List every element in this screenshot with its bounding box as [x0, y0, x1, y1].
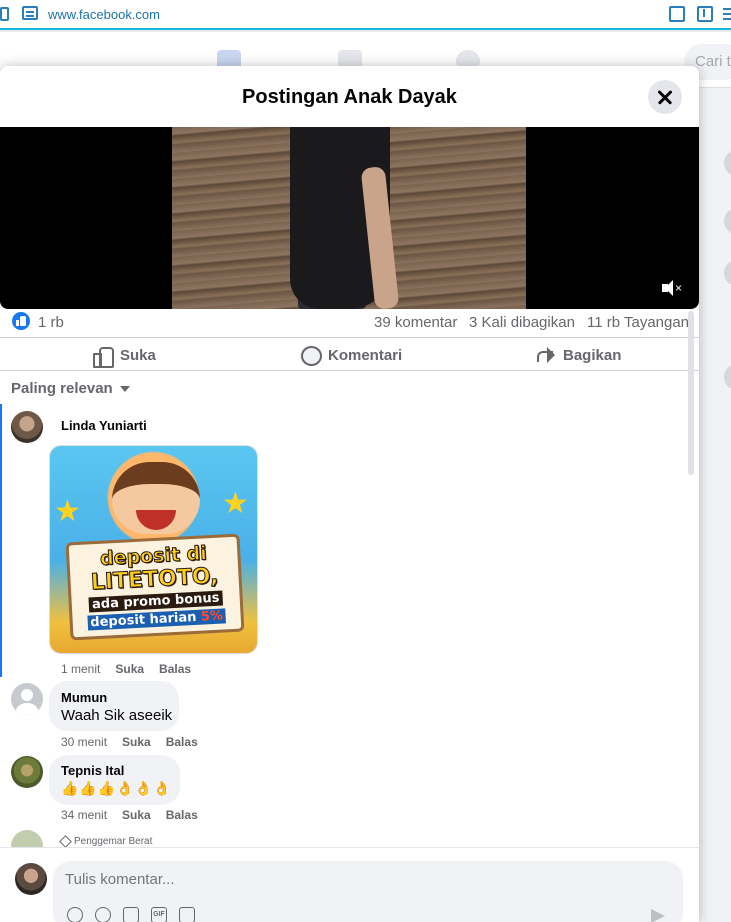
comment-label: Komentari [328, 346, 403, 364]
comment-time[interactable]: 30 menit [61, 735, 107, 749]
comment-input-box[interactable]: GIF [53, 861, 683, 922]
modal-title: Postingan Anak Dayak [242, 86, 457, 108]
share-icon [535, 345, 555, 365]
share-count[interactable]: 3 Kali dibagikan [469, 314, 575, 331]
avatar[interactable] [15, 863, 47, 895]
comment-composer: GIF [0, 847, 699, 922]
view-count: 11 rb Tayangan [587, 314, 690, 331]
comment-reply-button[interactable]: Balas [166, 808, 198, 822]
like-reaction-icon[interactable] [12, 312, 30, 330]
post-stats: 1 rb 39 komentar 3 Kali dibagikan 11 rb … [0, 312, 699, 334]
comment-button[interactable]: Komentari [300, 344, 402, 366]
comment-reply-button[interactable]: Balas [166, 735, 198, 749]
video-player[interactable]: × [0, 127, 699, 309]
avatar-sticker-icon[interactable] [67, 907, 83, 922]
promo-sign: deposit di LITETOTO, ada promo bonus dep… [65, 533, 245, 641]
emoji-icon[interactable] [95, 907, 111, 922]
comment-text: Waah Sik aseeik [61, 707, 173, 724]
comment-icon [300, 345, 322, 366]
thumbs-up-icon [92, 345, 114, 368]
comment-time[interactable]: 1 menit [61, 662, 100, 676]
comment-like-button[interactable]: Suka [115, 662, 144, 676]
like-button[interactable]: Suka [92, 344, 156, 368]
send-icon[interactable] [651, 909, 665, 922]
top-fan-badge: Penggemar Berat [59, 835, 153, 848]
comment-author[interactable]: Linda Yuniarti [61, 418, 147, 433]
comment-like-button[interactable]: Suka [122, 735, 151, 749]
comment-meta: 30 menit Suka Balas [61, 735, 198, 749]
diamond-icon [59, 835, 72, 848]
gif-icon[interactable]: GIF [151, 907, 167, 922]
picture-in-picture-icon[interactable] [669, 6, 685, 22]
comment-sort-dropdown[interactable]: Paling relevan [11, 380, 130, 397]
avatar[interactable] [11, 683, 43, 715]
comment-author[interactable]: Tepnis Ital [61, 763, 124, 778]
share-label: Bagikan [563, 346, 622, 364]
avatar[interactable] [11, 411, 43, 443]
star-icon: ★ [54, 495, 81, 528]
badge-label: Penggemar Berat [74, 836, 153, 847]
comment-time[interactable]: 34 menit [61, 808, 107, 822]
comment-like-button[interactable]: Suka [122, 808, 151, 822]
comment-count[interactable]: 39 komentar [374, 314, 457, 331]
thread-highlight-line [0, 404, 2, 677]
promo-line-4-text: deposit harian [89, 609, 197, 631]
video-frame [172, 127, 526, 309]
promo-percent: 5% [200, 608, 224, 625]
close-button[interactable] [648, 80, 682, 114]
lock-icon [0, 7, 9, 21]
scrollbar[interactable] [688, 311, 694, 475]
post-modal: Postingan Anak Dayak × 1 rb 39 komentar … [0, 66, 699, 922]
post-actions: Suka Komentari Bagikan [0, 337, 699, 371]
caret-down-icon [119, 385, 130, 392]
camera-icon[interactable] [123, 907, 139, 922]
comment-input[interactable] [65, 871, 465, 888]
download-icon[interactable] [697, 6, 713, 22]
share-button[interactable]: Bagikan [535, 344, 621, 366]
sort-label: Paling relevan [11, 380, 113, 397]
menu-icon[interactable] [721, 6, 731, 22]
mute-icon[interactable]: × [660, 279, 682, 297]
like-label: Suka [120, 346, 156, 364]
reaction-count[interactable]: 1 rb [38, 314, 64, 331]
comment-text: 👍👍👍👌👌👌 [61, 780, 172, 796]
reader-view-icon[interactable] [22, 6, 38, 20]
comment-meta: 1 menit Suka Balas [61, 662, 191, 676]
comment-meta: 34 menit Suka Balas [61, 808, 198, 822]
promo-line-4: deposit harian 5% [86, 608, 227, 631]
sticker-icon[interactable] [179, 907, 195, 922]
comment-reply-button[interactable]: Balas [159, 662, 191, 676]
avatar[interactable] [11, 756, 43, 788]
comment-author[interactable]: Mumun [61, 690, 107, 705]
browser-address-bar: www.facebook.com [0, 0, 731, 30]
star-icon: ★ [222, 487, 249, 520]
address-url[interactable]: www.facebook.com [48, 7, 160, 22]
comment-image[interactable]: ★ ★ deposit di LITETOTO, ada promo bonus… [49, 445, 258, 654]
